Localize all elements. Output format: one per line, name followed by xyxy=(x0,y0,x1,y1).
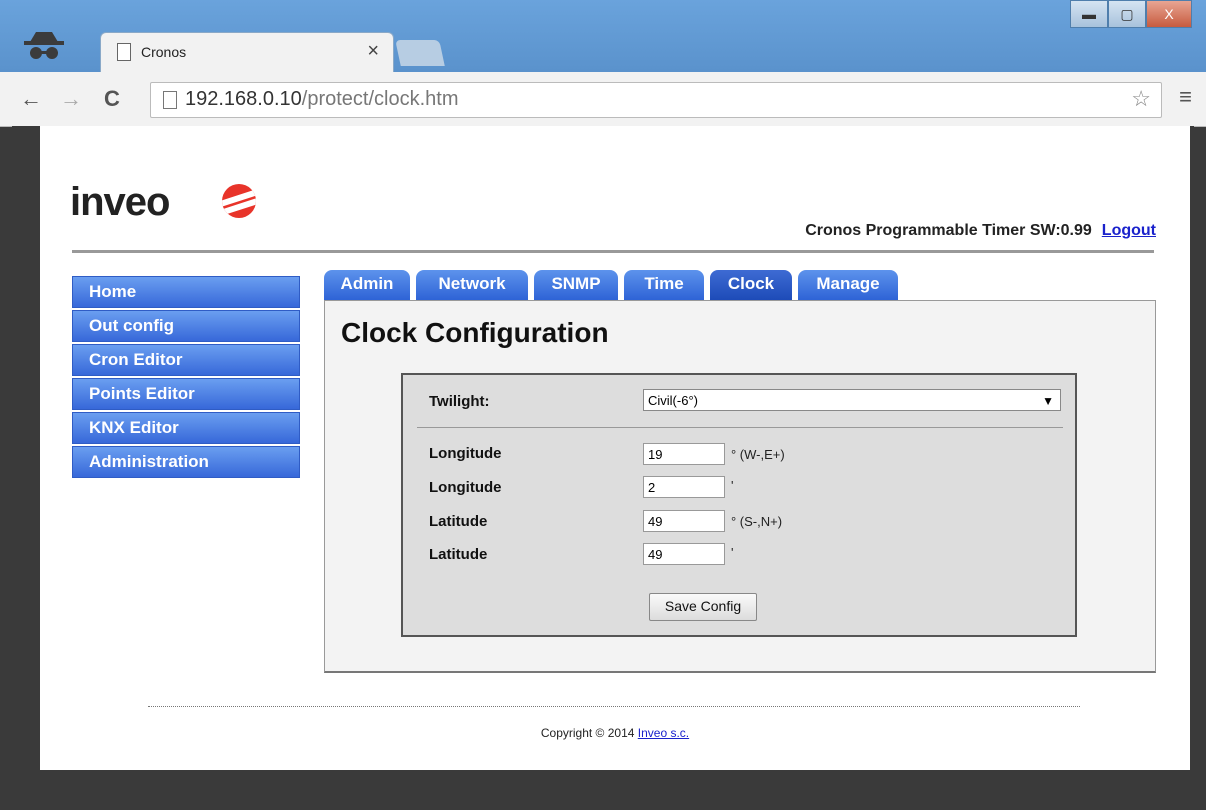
page-icon xyxy=(163,91,177,109)
viewport: inveo Cronos Programmable Timer SW:0.99 L… xyxy=(12,126,1194,810)
sidebar-item-out-config[interactable]: Out config xyxy=(72,310,300,342)
minimize-button[interactable]: ▬ xyxy=(1070,0,1108,28)
browser-chrome: Cronos × ▬ ▢ X ← → C 192.168.0.10/protec… xyxy=(0,0,1206,127)
header-divider xyxy=(72,250,1154,253)
tab-admin[interactable]: Admin xyxy=(324,270,410,300)
dropdown-arrow-icon: ▼ xyxy=(1042,394,1054,408)
url-path: /protect/clock.htm xyxy=(301,88,459,110)
browser-tab-cronos[interactable]: Cronos × xyxy=(100,32,394,73)
latitude-min-unit: ' xyxy=(731,545,734,560)
clock-form: Twilight: Civil(-6°) ▼ Longitude 19 ° (W… xyxy=(401,373,1077,637)
latitude-min-input[interactable]: 49 xyxy=(643,543,725,565)
content-panel: Clock Configuration Twilight: Civil(-6°)… xyxy=(324,300,1156,673)
product-version: Cronos Programmable Timer SW:0.99 xyxy=(805,222,1092,239)
url-text: 192.168.0.10/protect/clock.htm xyxy=(185,88,459,111)
page-icon xyxy=(117,43,131,61)
logout-link[interactable]: Logout xyxy=(1102,222,1156,239)
footer: Copyright © 2014 Inveo s.c. xyxy=(40,726,1190,740)
tab-clock[interactable]: Clock xyxy=(710,270,792,300)
latitude-deg-input[interactable]: 49 xyxy=(643,510,725,532)
sidebar-item-points-editor[interactable]: Points Editor xyxy=(72,378,300,410)
form-divider xyxy=(417,427,1063,428)
longitude-deg-input[interactable]: 19 xyxy=(643,443,725,465)
title-bar: Cronos × ▬ ▢ X xyxy=(0,0,1206,73)
window-controls: ▬ ▢ X xyxy=(1070,0,1192,30)
twilight-label: Twilight: xyxy=(429,393,490,410)
longitude-min-label: Longitude xyxy=(429,479,502,496)
tab-time[interactable]: Time xyxy=(624,270,704,300)
sidebar-item-home[interactable]: Home xyxy=(72,276,300,308)
sidebar: Home Out config Cron Editor Points Edito… xyxy=(72,276,300,480)
sidebar-item-cron-editor[interactable]: Cron Editor xyxy=(72,344,300,376)
tab-manage[interactable]: Manage xyxy=(798,270,898,300)
forward-icon[interactable]: → xyxy=(60,86,82,112)
latitude-min-label: Latitude xyxy=(429,546,488,563)
twilight-value: Civil(-6°) xyxy=(648,393,698,408)
header-info: Cronos Programmable Timer SW:0.99 Logout xyxy=(805,222,1156,240)
latitude-deg-unit: ° (S-,N+) xyxy=(731,514,783,529)
browser-toolbar: ← → C 192.168.0.10/protect/clock.htm ☆ ≡ xyxy=(0,72,1206,127)
twilight-select[interactable]: Civil(-6°) ▼ xyxy=(643,389,1061,411)
incognito-icon xyxy=(24,32,64,59)
tab-snmp[interactable]: SNMP xyxy=(534,270,618,300)
menu-icon[interactable]: ≡ xyxy=(1179,84,1192,110)
new-tab-button[interactable] xyxy=(395,40,445,66)
tab-network[interactable]: Network xyxy=(416,270,528,300)
tab-title: Cronos xyxy=(141,44,187,60)
sidebar-item-administration[interactable]: Administration xyxy=(72,446,300,478)
close-window-button[interactable]: X xyxy=(1146,0,1192,28)
longitude-deg-unit: ° (W-,E+) xyxy=(731,447,785,462)
sidebar-item-knx-editor[interactable]: KNX Editor xyxy=(72,412,300,444)
back-icon[interactable]: ← xyxy=(20,86,42,112)
reload-icon[interactable]: C xyxy=(104,86,120,112)
web-page: inveo Cronos Programmable Timer SW:0.99 L… xyxy=(40,126,1190,770)
company-link[interactable]: Inveo s.c. xyxy=(638,726,689,740)
logo-ball-icon xyxy=(222,184,256,218)
longitude-min-input[interactable]: 2 xyxy=(643,476,725,498)
latitude-deg-label: Latitude xyxy=(429,513,488,530)
page-title: Clock Configuration xyxy=(341,317,609,348)
bookmark-star-icon[interactable]: ☆ xyxy=(1131,86,1151,112)
address-bar[interactable]: 192.168.0.10/protect/clock.htm ☆ xyxy=(150,82,1162,118)
footer-divider xyxy=(148,706,1080,707)
url-host: 192.168.0.10 xyxy=(185,88,302,110)
tab-close-icon[interactable]: × xyxy=(367,40,379,63)
maximize-button[interactable]: ▢ xyxy=(1108,0,1146,28)
longitude-min-unit: ' xyxy=(731,478,734,493)
save-config-button[interactable]: Save Config xyxy=(649,593,757,621)
copyright-text: Copyright © 2014 xyxy=(540,726,635,740)
longitude-deg-label: Longitude xyxy=(429,445,502,462)
inveo-logo: inveo xyxy=(70,180,170,224)
